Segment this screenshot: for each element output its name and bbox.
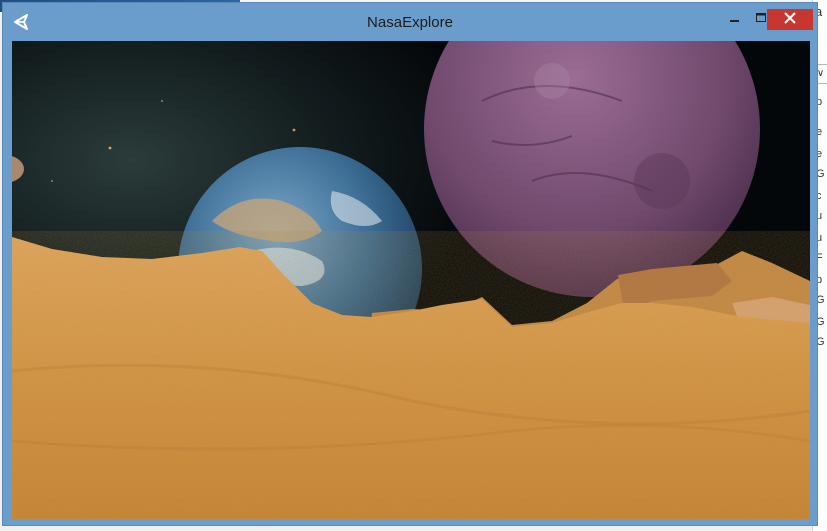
title-bar[interactable]: NasaExplore — [3, 3, 817, 41]
close-button[interactable] — [767, 9, 813, 30]
star — [292, 128, 296, 132]
minimize-icon — [730, 10, 740, 28]
minimize-button[interactable] — [722, 9, 748, 29]
app-window: NasaExplore — [2, 2, 818, 526]
star — [108, 146, 112, 150]
maximize-icon — [756, 10, 766, 28]
star — [51, 180, 53, 182]
game-viewport[interactable] — [12, 41, 810, 519]
window-title: NasaExplore — [367, 14, 453, 31]
star — [161, 100, 163, 102]
sand-texture — [12, 231, 810, 519]
close-icon — [784, 11, 796, 29]
